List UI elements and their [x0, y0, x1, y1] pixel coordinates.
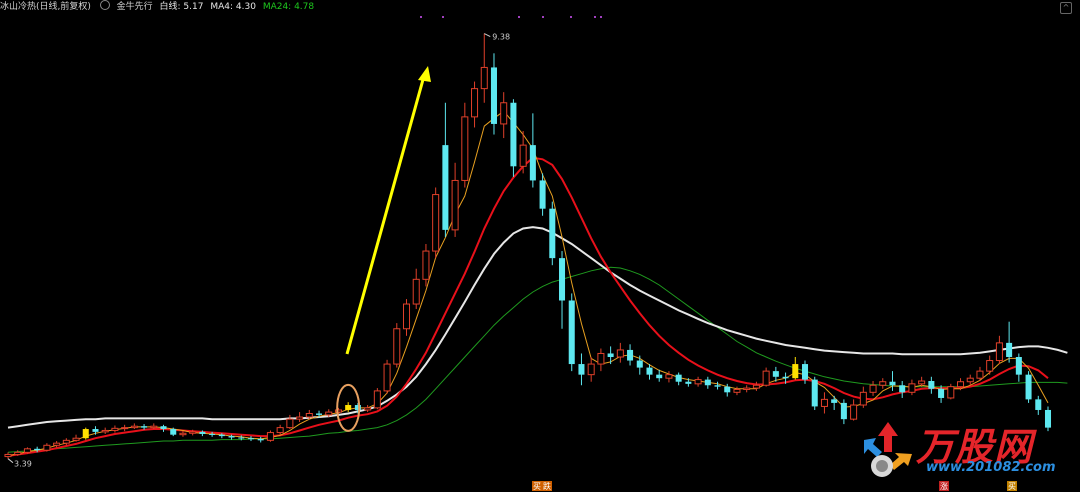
candle [179, 431, 187, 437]
candle [762, 367, 770, 387]
candle [451, 162, 459, 237]
candle [694, 376, 702, 387]
candle [752, 381, 760, 391]
signal-dot [542, 16, 544, 18]
candle [471, 81, 479, 128]
signal-dot [518, 16, 520, 18]
candle [373, 388, 381, 410]
candle [1015, 353, 1022, 382]
candle [111, 425, 119, 433]
candle [383, 359, 391, 394]
candle [714, 381, 721, 390]
candle [811, 376, 818, 410]
candle [704, 376, 711, 389]
signal-marker: 买 [532, 481, 542, 491]
candle [345, 402, 352, 413]
signal-dot [420, 16, 422, 18]
candle [266, 430, 274, 442]
candle [247, 436, 255, 442]
candle [72, 434, 80, 442]
candle [995, 335, 1003, 365]
candle [490, 53, 497, 135]
candle [899, 381, 906, 398]
candle [296, 412, 304, 422]
signal-marker: 跌 [542, 481, 552, 491]
candle [578, 353, 585, 386]
candle [840, 399, 847, 425]
candle [889, 371, 896, 391]
candle [43, 443, 51, 452]
candle [549, 201, 556, 266]
candle [130, 423, 138, 430]
candle [820, 392, 828, 414]
watermark-logo: 万股网 www.201082.com [858, 418, 1068, 484]
breakout-arrow [345, 75, 426, 355]
candle [412, 268, 420, 309]
svg-text:买: 买 [533, 482, 541, 491]
candle [364, 405, 372, 413]
logo-emblem-icon [864, 422, 912, 477]
candle [616, 342, 624, 363]
signal-dot [594, 16, 596, 18]
candle [636, 355, 643, 375]
candle [160, 424, 167, 432]
candle [559, 251, 566, 329]
candle [23, 447, 31, 454]
candle [587, 357, 595, 382]
candle [869, 381, 877, 396]
candle [510, 99, 517, 177]
candle [442, 102, 449, 237]
candle [743, 385, 751, 393]
white-line [7, 226, 1068, 429]
candle [928, 376, 935, 394]
svg-text:跌: 跌 [543, 481, 551, 491]
candle [432, 187, 440, 259]
candle [101, 427, 109, 434]
watermark-url: www.201082.com [926, 460, 1056, 475]
candle [568, 293, 575, 372]
candle [675, 372, 682, 386]
candle [986, 355, 994, 375]
candle [879, 378, 887, 389]
candle [1035, 395, 1042, 415]
candle [480, 33, 488, 103]
candle [500, 92, 508, 139]
signal-dot [442, 16, 444, 18]
signal-dot [600, 16, 602, 18]
candle [62, 438, 70, 446]
candle [257, 436, 264, 443]
candle [908, 379, 916, 396]
candle [1025, 371, 1032, 403]
candle [850, 399, 858, 421]
candle [4, 452, 12, 459]
candle [393, 323, 401, 368]
candle [831, 395, 838, 410]
candle [529, 113, 536, 188]
low-pointer [7, 458, 14, 464]
price-high-label: 9.38 [492, 33, 510, 42]
candle [82, 427, 89, 440]
red-ma-line [7, 156, 1049, 457]
candle [286, 414, 294, 430]
candle [276, 424, 284, 435]
arrow-head [418, 66, 431, 82]
candle [53, 441, 61, 448]
signal-dot [570, 16, 572, 18]
candle [607, 346, 614, 365]
high-pointer [484, 33, 491, 37]
price-low-label: 3.39 [14, 460, 32, 469]
candle [422, 244, 430, 287]
candle [461, 102, 469, 188]
candle [792, 357, 799, 380]
candle [1006, 321, 1013, 363]
candle [859, 386, 867, 408]
candle [597, 348, 605, 372]
candle [947, 383, 955, 400]
candle [121, 424, 129, 432]
candle [627, 344, 634, 366]
candle [402, 299, 411, 336]
